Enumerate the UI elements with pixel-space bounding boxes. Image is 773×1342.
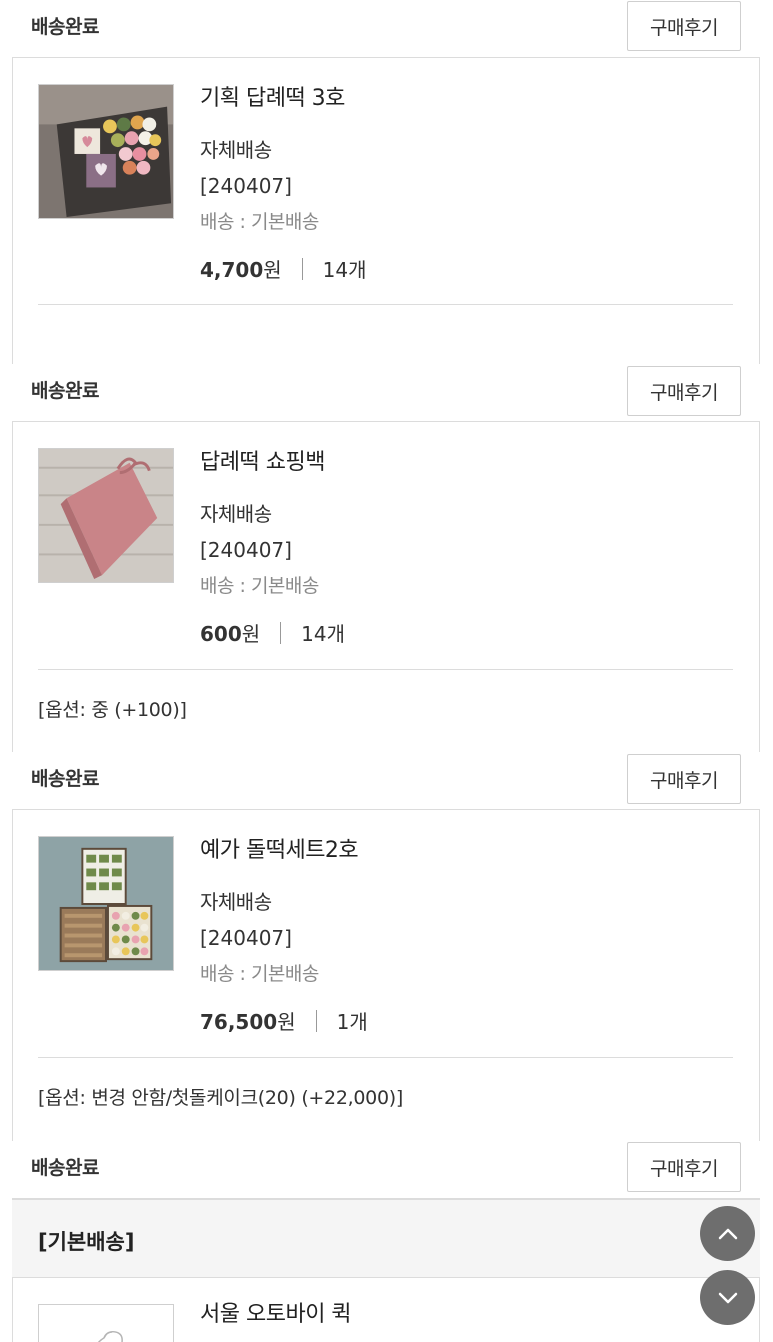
price-quantity-row: 4,700원 14개 bbox=[200, 254, 367, 283]
review-button[interactable]: 구매후기 bbox=[627, 1, 741, 51]
price-qty-separator bbox=[301, 258, 303, 280]
shipping-group-title: [기본배송] bbox=[38, 1230, 135, 1254]
product-info: 답례떡 쇼핑백 자체배송 [240407] 배송 : 기본배송 600원 14개 bbox=[200, 444, 345, 647]
product-code: [240407] bbox=[200, 926, 292, 950]
chevron-up-icon bbox=[718, 1228, 737, 1239]
product-quantity: 14개 bbox=[301, 622, 346, 646]
product-info: 서울 오토바이 퀵 bbox=[200, 1296, 352, 1342]
item-divider bbox=[38, 1057, 733, 1058]
order-status-bar: 배송완료 구매후기 bbox=[12, 1141, 760, 1199]
delivery-status: 배송완료 bbox=[31, 16, 99, 38]
price-qty-separator bbox=[315, 1010, 317, 1032]
product-thumbnail[interactable] bbox=[38, 84, 174, 219]
product-option: [옵션: 중 (+100)] bbox=[38, 699, 187, 721]
product-option: [옵션: 변경 안함/첫돌케이크(20) (+22,000)] bbox=[38, 1087, 403, 1109]
order-status-bar: 배송완료 구매후기 bbox=[12, 0, 760, 58]
shipping-type: 자체배송 bbox=[200, 502, 272, 526]
product-name[interactable]: 답례떡 쇼핑백 bbox=[200, 444, 345, 476]
scroll-top-button[interactable] bbox=[700, 1206, 755, 1261]
shipping-type: 자체배송 bbox=[200, 890, 272, 914]
product-price: 600 bbox=[200, 622, 242, 646]
delivery-status: 배송완료 bbox=[31, 768, 99, 790]
product-name[interactable]: 예가 돌떡세트2호 bbox=[200, 832, 368, 864]
currency-unit: 원 bbox=[277, 1010, 296, 1034]
shipping-type: 자체배송 bbox=[200, 138, 272, 162]
chevron-down-icon bbox=[718, 1292, 737, 1303]
product-quantity: 14개 bbox=[322, 258, 367, 282]
price-qty-separator bbox=[280, 622, 282, 644]
review-button[interactable]: 구매후기 bbox=[627, 1142, 741, 1192]
currency-unit: 원 bbox=[263, 258, 282, 282]
shipping-method: 배송 : 기본배송 bbox=[200, 963, 319, 985]
delivery-status: 배송완료 bbox=[31, 1157, 99, 1179]
currency-unit: 원 bbox=[241, 622, 261, 646]
product-thumbnail[interactable] bbox=[38, 448, 174, 583]
review-button[interactable]: 구매후기 bbox=[627, 366, 741, 416]
product-quantity: 1개 bbox=[336, 1010, 368, 1034]
item-divider bbox=[38, 304, 733, 305]
order-item: 서울 오토바이 퀵 bbox=[12, 1278, 760, 1342]
delivery-status: 배송완료 bbox=[31, 380, 99, 402]
product-thumbnail[interactable] bbox=[38, 836, 174, 971]
shipping-method: 배송 : 기본배송 bbox=[200, 575, 319, 597]
product-thumbnail[interactable] bbox=[38, 1304, 174, 1342]
item-divider bbox=[38, 669, 733, 670]
product-info: 예가 돌떡세트2호 자체배송 [240407] 배송 : 기본배송 76,500… bbox=[200, 832, 368, 1035]
product-info: 기획 답례떡 3호 자체배송 [240407] 배송 : 기본배송 4,700원… bbox=[200, 80, 367, 283]
product-name[interactable]: 서울 오토바이 퀵 bbox=[200, 1296, 352, 1328]
product-price: 76,500 bbox=[200, 1010, 278, 1034]
product-price: 4,700 bbox=[200, 258, 264, 282]
order-status-bar: 배송완료 구매후기 bbox=[12, 364, 760, 422]
scroll-bottom-button[interactable] bbox=[700, 1270, 755, 1325]
product-name[interactable]: 기획 답례떡 3호 bbox=[200, 80, 367, 112]
shipping-group-header: [기본배송] bbox=[12, 1199, 760, 1278]
price-quantity-row: 76,500원 1개 bbox=[200, 1006, 368, 1035]
shipping-method: 배송 : 기본배송 bbox=[200, 211, 319, 233]
order-status-bar: 배송완료 구매후기 bbox=[12, 752, 760, 810]
review-button[interactable]: 구매후기 bbox=[627, 754, 741, 804]
product-code: [240407] bbox=[200, 538, 292, 562]
product-code: [240407] bbox=[200, 174, 292, 198]
price-quantity-row: 600원 14개 bbox=[200, 618, 345, 647]
